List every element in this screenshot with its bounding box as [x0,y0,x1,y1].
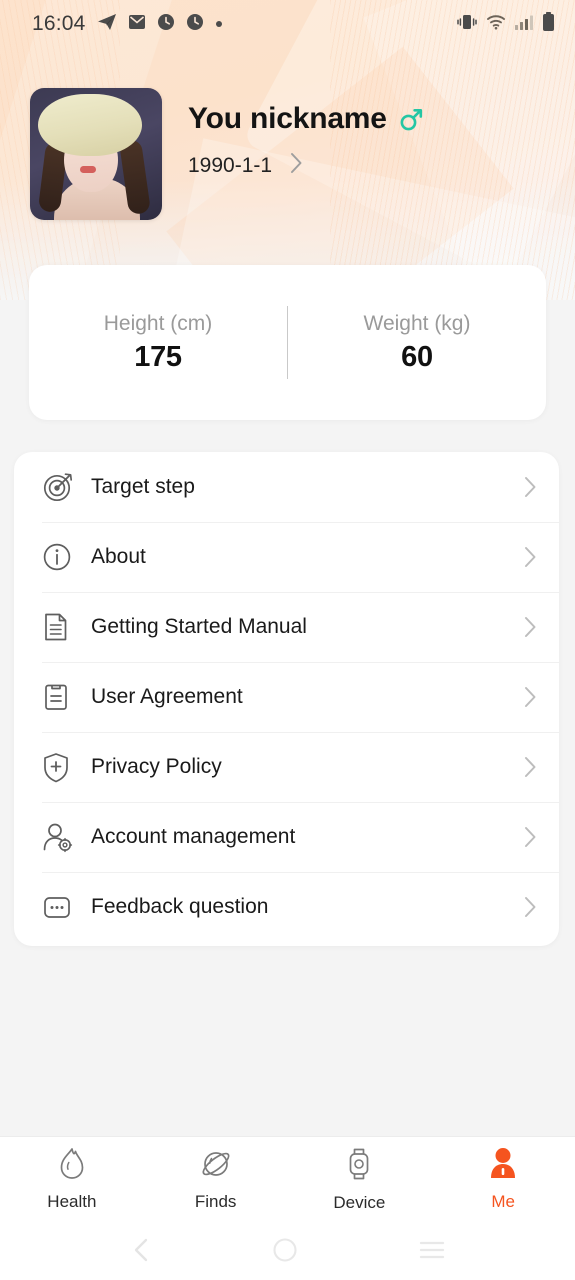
info-icon [42,542,78,572]
menu-item-user-agreement[interactable]: User Agreement [14,662,559,732]
vibrate-icon [457,13,477,36]
metric-height[interactable]: Height (cm) 175 [29,312,287,374]
nickname-row: You nickname [188,102,423,136]
chevron-right-icon [524,616,537,638]
dots-box-icon [42,892,78,922]
mail-icon [128,13,146,36]
target-icon [42,471,78,503]
avatar[interactable] [30,88,162,220]
body-metrics-card: Height (cm) 175 Weight (kg) 60 [29,265,546,420]
android-navigation-bar [0,1220,575,1280]
menu-item-feedback-question[interactable]: Feedback question [14,872,559,942]
tab-label: Health [47,1191,97,1211]
tab-label: Me [491,1191,515,1211]
metric-value: 175 [134,340,182,373]
menu-item-label: Feedback question [91,895,269,918]
menu-item-label: User Agreement [91,685,243,708]
tab-me[interactable]: Me [431,1146,575,1212]
clipboard-icon [42,682,78,712]
planet-icon [198,1146,234,1187]
menu-item-label: Privacy Policy [91,755,222,778]
shield-plus-icon [42,752,78,783]
person-gear-icon [42,822,78,853]
recents-icon[interactable] [418,1239,446,1261]
chevron-right-icon [290,152,303,179]
telegram-icon [97,12,117,37]
profile-section[interactable]: You nickname 1990-1-1 [30,88,423,220]
smartwatch-icon [343,1145,375,1188]
chevron-right-icon [524,546,537,568]
chevron-right-icon [524,476,537,498]
status-bar-right [457,11,555,37]
home-icon[interactable] [271,1236,299,1264]
nickname-label: You nickname [188,102,387,135]
clock-icon [186,13,204,36]
metric-value: 60 [401,340,433,373]
menu-item-target-step[interactable]: Target step [14,452,559,522]
tab-device[interactable]: Device [288,1145,432,1213]
metric-label: Weight (kg) [363,311,471,335]
wifi-icon [486,14,506,35]
tab-health[interactable]: Health [0,1146,144,1212]
status-bar-left: 16:04 [32,12,223,37]
menu-item-label: Account management [91,825,296,848]
menu-item-about[interactable]: About [14,522,559,592]
menu-item-getting-started-manual[interactable]: Getting Started Manual [14,592,559,662]
back-icon[interactable] [130,1237,152,1263]
chevron-right-icon [524,826,537,848]
chevron-right-icon [524,896,537,918]
tab-label: Finds [194,1191,237,1211]
metric-weight[interactable]: Weight (kg) 60 [288,312,546,374]
status-bar: 16:04 [0,0,575,48]
metric-label: Height (cm) [103,311,213,335]
birthdate-row[interactable]: 1990-1-1 [188,152,423,179]
menu-item-label: Target step [91,475,195,498]
tab-label: Device [333,1192,386,1212]
chevron-right-icon [524,756,537,778]
menu-item-privacy-policy[interactable]: Privacy Policy [14,732,559,802]
birthdate-label: 1990-1-1 [188,153,273,177]
chevron-right-icon [524,686,537,708]
menu-item-account-management[interactable]: Account management [14,802,559,872]
bottom-navigation: Health Finds Device Me [0,1136,575,1220]
tab-finds[interactable]: Finds [144,1146,288,1212]
profile-text: You nickname 1990-1-1 [188,88,423,179]
settings-menu-card: Target step About Getting Started Manual… [14,452,559,946]
dot-icon [215,15,223,33]
flame-icon [55,1146,89,1187]
document-icon [42,612,78,642]
battery-icon [542,11,555,37]
clock-icon [157,13,175,36]
status-bar-clock: 16:04 [32,12,86,35]
person-icon [486,1146,520,1187]
cellular-signal-icon [515,14,533,35]
menu-item-label: Getting Started Manual [91,615,307,638]
phone-screen: 16:04 You nickname 1990-1-1 Height (cm) … [0,0,575,1280]
menu-item-label: About [91,545,146,568]
gender-male-icon [399,106,423,132]
